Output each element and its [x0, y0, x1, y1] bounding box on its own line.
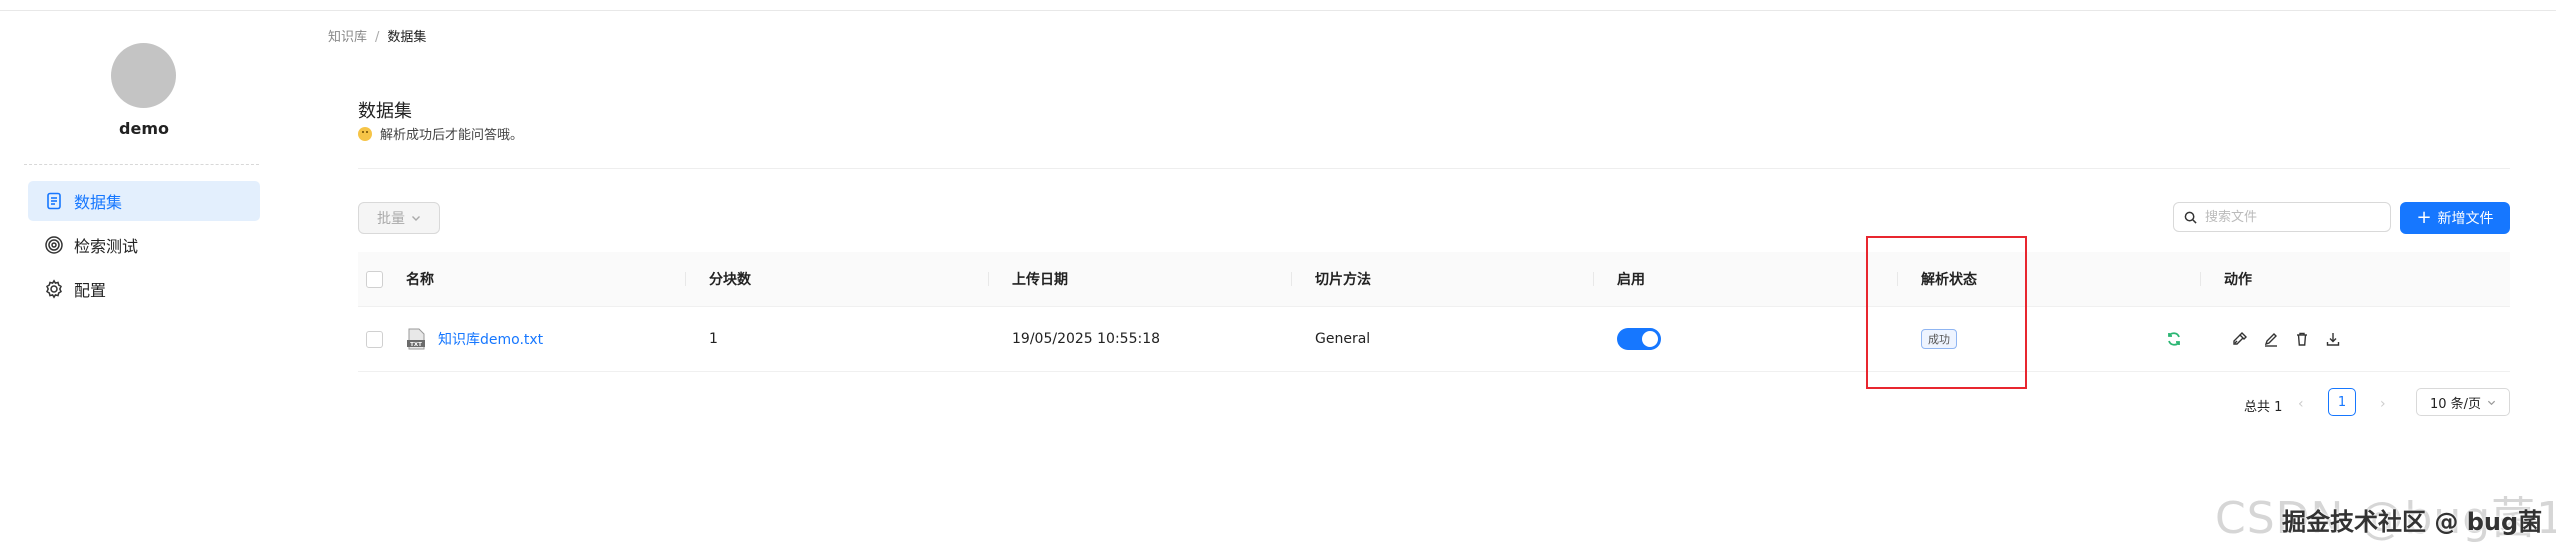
page-title: 数据集	[358, 101, 412, 122]
dataset-table: 名称 分块数 上传日期 切片方法 启用 解析状态 动作 TXT 知识库demo.…	[358, 252, 2510, 372]
column-header-name[interactable]: 名称	[406, 252, 434, 306]
pagination-next-icon[interactable]: ›	[2380, 396, 2386, 412]
column-header-enabled[interactable]: 启用	[1593, 252, 1645, 306]
breadcrumb-separator: /	[375, 30, 380, 45]
pagination-page-current[interactable]: 1	[2328, 388, 2356, 416]
chunk-method: General	[1315, 331, 1371, 347]
search-box[interactable]	[2173, 202, 2391, 232]
toggle-knob	[1642, 331, 1658, 347]
breadcrumb-root[interactable]: 知识库	[328, 30, 367, 45]
page-size-select[interactable]: 10 条/页	[2416, 388, 2510, 416]
page-subtitle-text: 解析成功后才能问答哦。	[380, 128, 524, 143]
pagination-prev-icon[interactable]: ‹	[2298, 396, 2304, 412]
sidebar-item-label: 数据集	[74, 193, 123, 212]
sidebar-menu: 数据集 检索测试 配置	[28, 181, 260, 313]
top-divider	[0, 10, 2556, 11]
file-type-badge: TXT	[410, 342, 422, 348]
enable-toggle[interactable]	[1617, 328, 1661, 350]
txt-file-icon: TXT	[407, 328, 425, 350]
sidebar-item-dataset[interactable]: 数据集	[28, 181, 260, 221]
table-row: TXT 知识库demo.txt 1 19/05/2025 10:55:18 Ge…	[358, 307, 2510, 372]
bulk-actions-label: 批量	[377, 211, 405, 227]
search-input[interactable]	[2203, 208, 2377, 226]
target-icon	[45, 236, 63, 254]
sidebar-item-retrieval-test[interactable]: 检索测试	[28, 225, 260, 265]
add-file-label: 新增文件	[2437, 211, 2494, 227]
sidebar-item-label: 配置	[74, 281, 107, 300]
sidebar: demo 数据集 检索测试 配置	[0, 11, 300, 553]
enabled-cell	[1617, 307, 1661, 371]
select-all-checkbox[interactable]	[366, 270, 383, 288]
reparse-cell	[2166, 307, 2197, 371]
column-header-chunks[interactable]: 分块数	[685, 252, 751, 306]
breadcrumb-current: 数据集	[387, 30, 427, 45]
add-file-button[interactable]: + 新增文件	[2400, 202, 2510, 234]
juejin-watermark: 掘金技术社区 @ bug菌	[2282, 508, 2543, 536]
username: demo	[119, 119, 169, 138]
parse-status-highlight-box	[1866, 236, 2027, 389]
header-checkbox-cell	[366, 252, 383, 306]
refresh-icon[interactable]	[2166, 331, 2182, 347]
breadcrumb: 知识库 / 数据集	[328, 26, 426, 45]
edit-icon[interactable]	[2263, 331, 2279, 347]
sidebar-divider	[24, 164, 259, 165]
bulk-actions-button[interactable]: 批量	[358, 202, 440, 234]
tool-icon[interactable]	[2232, 331, 2248, 347]
page-subtitle: 解析成功后才能问答哦。	[358, 124, 523, 143]
file-name-link[interactable]: 知识库demo.txt	[438, 329, 543, 349]
download-icon[interactable]	[2325, 331, 2341, 347]
avatar[interactable]	[111, 43, 176, 108]
gear-icon	[46, 279, 62, 299]
plus-icon: +	[2416, 207, 2432, 228]
header-divider	[358, 168, 2510, 169]
file-name-cell: TXT 知识库demo.txt	[406, 307, 543, 371]
row-checkbox[interactable]	[366, 330, 383, 348]
chevron-down-icon	[2487, 400, 2496, 405]
column-header-method[interactable]: 切片方法	[1291, 252, 1371, 306]
upload-date: 19/05/2025 10:55:18	[1012, 331, 1161, 347]
page-size-value: 10 条/页	[2429, 396, 2482, 412]
chevron-down-icon	[412, 216, 420, 221]
pagination-total: 总共 1	[2244, 400, 2283, 415]
smile-emoji-icon	[358, 126, 372, 141]
column-header-actions: 动作	[2200, 252, 2252, 306]
chunk-count: 1	[709, 331, 718, 347]
delete-icon[interactable]	[2294, 331, 2310, 347]
row-checkbox-cell	[366, 307, 383, 371]
actions-cell	[2232, 307, 2356, 371]
table-header: 名称 分块数 上传日期 切片方法 启用 解析状态 动作	[358, 252, 2510, 307]
document-icon	[47, 192, 61, 210]
sidebar-item-config[interactable]: 配置	[28, 269, 260, 309]
search-icon	[2184, 211, 2197, 224]
sidebar-item-label: 检索测试	[74, 237, 139, 256]
column-header-upload-date[interactable]: 上传日期	[988, 252, 1068, 306]
